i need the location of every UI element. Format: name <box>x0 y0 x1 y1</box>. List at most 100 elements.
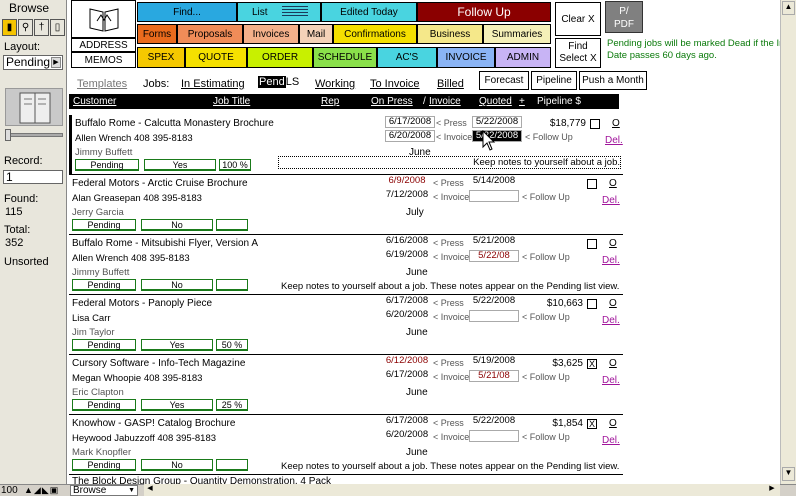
forecast-button[interactable]: Forecast <box>479 71 529 90</box>
scroll-down-icon[interactable]: ▼ <box>782 467 795 481</box>
job-title[interactable]: Federal Motors - Arctic Cruise Brochure <box>72 178 248 189</box>
table-row[interactable]: Federal Motors - Arctic Cruise Brochure … <box>69 175 623 235</box>
zoom-level[interactable]: 100 <box>1 485 18 496</box>
job-note[interactable]: Keep notes to yourself about a job. <box>278 156 621 169</box>
probability-flag[interactable]: No <box>141 459 213 471</box>
delete-link[interactable]: Del. <box>605 135 623 146</box>
mail-button[interactable]: Mail <box>299 24 333 44</box>
edited-today-button[interactable]: Edited Today <box>321 2 417 22</box>
probability-flag[interactable]: Yes <box>141 399 213 411</box>
pending-tab[interactable]: PendLS <box>258 76 299 88</box>
scroll-up-icon[interactable]: ▲ <box>782 1 795 15</box>
templates-link[interactable]: Templates <box>77 78 127 90</box>
probability-flag[interactable]: Yes <box>144 159 216 171</box>
acs-button[interactable]: AC'S <box>377 47 437 68</box>
invoice-date[interactable]: 7/12/2008 <box>382 190 432 202</box>
horizontal-scrollbar[interactable]: ◀ ▶ <box>144 484 780 496</box>
browse-mode-icon[interactable]: ▮ <box>2 19 17 36</box>
delete-link[interactable]: Del. <box>602 255 620 266</box>
quoted-date[interactable]: 5/21/2008 <box>469 236 519 248</box>
select-checkbox[interactable]: X <box>587 419 597 429</box>
invoices-button[interactable]: Invoices <box>243 24 299 44</box>
delete-link[interactable]: Del. <box>602 435 620 446</box>
status-badge[interactable]: Pending <box>72 459 136 471</box>
sort-rep[interactable]: Rep <box>321 96 339 107</box>
open-link[interactable]: O <box>609 178 617 189</box>
sort-plus[interactable]: + <box>519 96 525 107</box>
percent-field[interactable] <box>216 279 248 291</box>
schedule-button[interactable]: SCHEDULE <box>313 47 377 68</box>
status-badge[interactable]: Pending <box>75 159 139 171</box>
book-navigator-icon[interactable] <box>5 88 63 126</box>
business-button[interactable]: Business <box>417 24 483 44</box>
select-checkbox[interactable] <box>587 299 597 309</box>
quote-button[interactable]: QUOTE <box>185 47 247 68</box>
vertical-scrollbar[interactable]: ▲ ▼ <box>780 0 796 484</box>
invoice-date[interactable]: 6/19/2008 <box>382 250 432 262</box>
pdf-button[interactable]: P/ PDF <box>605 1 643 33</box>
open-link[interactable]: O <box>612 118 620 129</box>
delete-link[interactable]: Del. <box>602 375 620 386</box>
job-title[interactable]: Knowhow - GASP! Catalog Brochure <box>72 418 235 429</box>
confirmations-button[interactable]: Confirmations <box>333 24 417 44</box>
to-invoice-link[interactable]: To Invoice <box>370 78 420 90</box>
job-title[interactable]: Buffalo Rome - Mitsubishi Flyer, Version… <box>72 238 258 249</box>
order-button[interactable]: ORDER <box>247 47 313 68</box>
percent-field[interactable]: 100 % <box>219 159 251 171</box>
percent-field[interactable]: 25 % <box>216 399 248 411</box>
job-note[interactable]: Keep notes to yourself about a job. Thes… <box>281 461 619 472</box>
select-checkbox[interactable]: X <box>587 359 597 369</box>
find-select-x-button[interactable]: Find Select X <box>555 38 601 68</box>
on-press-date[interactable]: 6/16/2008 <box>382 236 432 248</box>
on-press-date[interactable]: 6/17/2008 <box>385 116 435 128</box>
follow-up-date[interactable] <box>469 310 519 322</box>
address-book-icon[interactable] <box>71 0 136 38</box>
open-link[interactable]: O <box>609 238 617 249</box>
in-estimating-link[interactable]: In Estimating <box>181 78 245 90</box>
select-checkbox[interactable] <box>590 119 600 129</box>
delete-link[interactable]: Del. <box>602 315 620 326</box>
probability-flag[interactable]: Yes <box>141 339 213 351</box>
sort-on-press[interactable]: On Press <box>371 96 413 107</box>
on-press-date[interactable]: 6/12/2008 <box>382 356 432 368</box>
table-row[interactable]: Cursory Software - Info-Tech Magazine Me… <box>69 355 623 415</box>
quoted-date[interactable]: 5/22/2008 <box>472 116 522 128</box>
quoted-date[interactable]: 5/14/2008 <box>469 176 519 188</box>
sort-job-title[interactable]: Job Title <box>213 96 250 107</box>
open-link[interactable]: O <box>609 298 617 309</box>
sort-quoted[interactable]: Quoted <box>479 96 512 107</box>
probability-flag[interactable]: No <box>141 219 213 231</box>
status-badge[interactable]: Pending <box>72 399 136 411</box>
layout-mode-icon[interactable]: † <box>34 19 49 36</box>
find-mode-icon[interactable]: ⚲ <box>18 19 33 36</box>
table-row[interactable]: Federal Motors - Panoply Piece Lisa Carr… <box>69 295 623 355</box>
percent-field[interactable] <box>216 459 248 471</box>
quoted-date[interactable]: 5/22/2008 <box>469 416 519 428</box>
delete-link[interactable]: Del. <box>602 195 620 206</box>
follow-up-date[interactable] <box>469 430 519 442</box>
proposals-button[interactable]: Proposals <box>177 24 243 44</box>
job-title[interactable]: Cursory Software - Info-Tech Magazine <box>72 358 245 369</box>
on-press-date[interactable]: 6/17/2008 <box>382 296 432 308</box>
status-badge[interactable]: Pending <box>72 219 136 231</box>
follow-up-date[interactable]: 5/22/2008 <box>472 130 522 142</box>
push-a-month-button[interactable]: Push a Month <box>579 71 647 90</box>
job-title[interactable]: Buffalo Rome - Calcutta Monastery Brochu… <box>75 118 274 129</box>
record-number-input[interactable]: 1 <box>3 170 63 184</box>
mode-select[interactable]: Browse ▼ <box>70 485 138 496</box>
invoice-date[interactable]: 6/20/2008 <box>385 130 435 142</box>
select-checkbox[interactable] <box>587 239 597 249</box>
address-button[interactable]: ADDRESS <box>71 38 136 52</box>
invoice-button[interactable]: INVOICE <box>437 47 495 68</box>
table-row[interactable]: Buffalo Rome - Mitsubishi Flyer, Version… <box>69 235 623 295</box>
job-title[interactable]: Federal Motors - Panoply Piece <box>72 298 212 309</box>
find-button[interactable]: Find... <box>137 2 237 22</box>
table-row[interactable]: Knowhow - GASP! Catalog Brochure Heywood… <box>69 415 623 475</box>
layout-select[interactable]: Pending ▶ <box>3 55 63 70</box>
on-press-date[interactable]: 6/17/2008 <box>382 416 432 428</box>
sort-invoice[interactable]: Invoice <box>429 96 461 107</box>
status-badge[interactable]: Pending <box>72 339 136 351</box>
follow-up-date[interactable]: 5/22/08 <box>469 250 519 262</box>
status-badge[interactable]: Pending <box>72 279 136 291</box>
clear-x-button[interactable]: Clear X <box>555 2 601 36</box>
